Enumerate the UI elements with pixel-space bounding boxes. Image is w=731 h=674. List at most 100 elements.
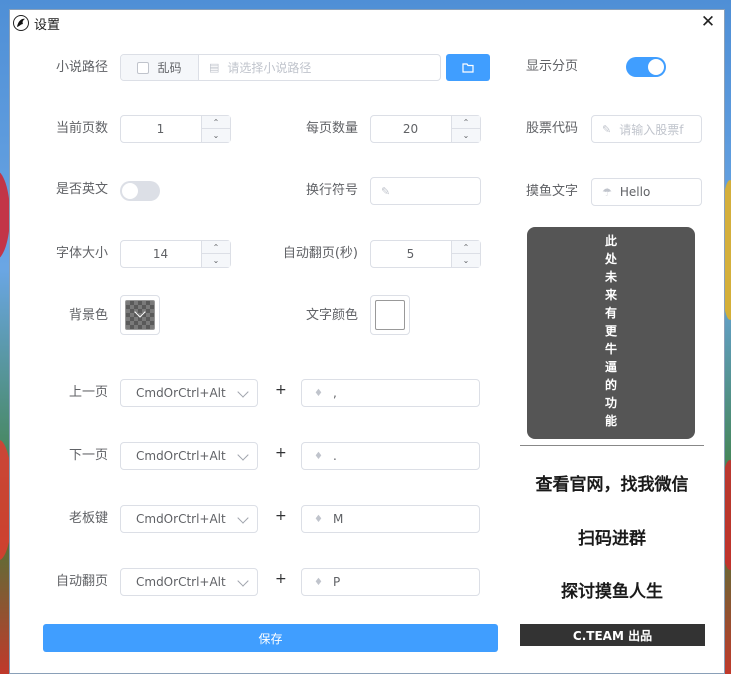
per-page-label: 每页数量: [305, 121, 358, 136]
shortcut-key-input[interactable]: ♦ .: [301, 442, 480, 470]
window-title: 设置: [34, 17, 61, 33]
shortcut-label: 自动翻页: [55, 574, 108, 589]
plus-sign: +: [275, 445, 287, 461]
future-char: 来: [604, 288, 617, 302]
shortcut-label: 上一页: [68, 385, 108, 400]
future-char: 的: [604, 378, 617, 392]
chevron-down-icon: [237, 575, 249, 587]
promo-slogan: 探讨摸鱼人生: [561, 582, 663, 602]
folder-icon: [462, 62, 474, 73]
future-feature-box: 此处未来有更牛逼的功能: [527, 227, 695, 439]
shortcut-key-input[interactable]: ♦ P: [301, 568, 480, 596]
shortcut-modifier-select[interactable]: CmdOrCtrl+Alt: [120, 505, 258, 533]
future-char: 牛: [604, 342, 617, 356]
font-size-stepper[interactable]: ⌃ ⌄: [201, 241, 230, 267]
increment-icon[interactable]: ⌃: [202, 116, 230, 129]
key-icon: ♦: [314, 576, 323, 588]
stock-code-label: 股票代码: [525, 121, 578, 136]
decrement-icon[interactable]: ⌄: [202, 129, 230, 142]
shortcut-key-input[interactable]: ♦ ,: [301, 379, 480, 407]
novel-path-label: 小说路径: [55, 60, 108, 75]
garbled-checkbox-group[interactable]: 乱码: [121, 55, 199, 80]
pencil-icon: ✎: [602, 122, 612, 136]
line-break-label: 换行符号: [305, 183, 358, 198]
title-bar: 设置 ✕: [10, 10, 724, 36]
key-icon: ♦: [314, 450, 323, 462]
chevron-down-icon: [237, 449, 249, 461]
shortcut-modifier-select[interactable]: CmdOrCtrl+Alt: [120, 442, 258, 470]
increment-icon[interactable]: ⌃: [452, 116, 480, 129]
plus-sign: +: [275, 382, 287, 398]
font-size-label: 字体大小: [55, 246, 108, 261]
future-char: 未: [604, 270, 617, 284]
text-color-swatch: [375, 300, 405, 330]
garbled-label: 乱码: [157, 61, 182, 75]
current-page-value: 1: [156, 122, 165, 136]
stock-code-placeholder: 请输入股票f: [619, 122, 684, 137]
promo-website[interactable]: 查看官网，找我微信: [512, 470, 712, 495]
chevron-down-icon: [134, 306, 146, 318]
text-color-picker[interactable]: [370, 295, 410, 335]
close-button[interactable]: ✕: [700, 14, 716, 31]
shortcut-key-input[interactable]: ♦ M: [301, 505, 480, 533]
decrement-icon[interactable]: ⌄: [202, 254, 230, 267]
show-paging-label: 显示分页: [525, 59, 578, 74]
future-char: 能: [604, 414, 617, 428]
decrement-icon[interactable]: ⌄: [452, 129, 480, 142]
settings-window: 设置 ✕ 小说路径 乱码 ▤ 请选择小说路径 显示分页 当前页数 1 ⌃ ⌄ 每…: [9, 9, 725, 674]
increment-icon[interactable]: ⌃: [452, 241, 480, 254]
future-char: 有: [604, 306, 617, 320]
novel-path-input[interactable]: 请选择小说路径: [227, 59, 311, 76]
is-english-switch[interactable]: [120, 181, 160, 201]
shortcut-modifier-select[interactable]: CmdOrCtrl+Alt: [120, 568, 258, 596]
increment-icon[interactable]: ⌃: [202, 241, 230, 254]
garbled-checkbox[interactable]: [137, 61, 150, 74]
shortcut-modifier-value: CmdOrCtrl+Alt: [136, 512, 226, 526]
per-page-input[interactable]: 20 ⌃ ⌄: [370, 115, 481, 143]
slack-text-input[interactable]: ☂ Hello: [591, 178, 702, 206]
novel-path-field: 乱码 ▤ 请选择小说路径: [120, 54, 441, 81]
plus-sign: +: [275, 571, 287, 587]
current-page-input[interactable]: 1 ⌃ ⌄: [120, 115, 231, 143]
is-english-label: 是否英文: [55, 182, 108, 197]
future-char: 此: [604, 234, 617, 248]
font-size-value: 14: [152, 247, 169, 261]
save-button[interactable]: 保存: [43, 624, 498, 652]
pencil-icon: ✎: [381, 184, 391, 198]
text-color-label: 文字颜色: [305, 308, 358, 323]
shortcut-key-value: P: [332, 575, 341, 589]
promo-group[interactable]: 扫码进群: [512, 524, 712, 549]
shortcut-modifier-value: CmdOrCtrl+Alt: [136, 386, 226, 400]
key-icon: ♦: [314, 513, 323, 525]
show-paging-switch[interactable]: [626, 57, 666, 77]
shortcut-key-value: .: [332, 449, 337, 463]
slack-text-value: Hello: [619, 185, 651, 199]
umbrella-icon: ☂: [602, 185, 612, 199]
future-char: 处: [604, 252, 617, 266]
shortcut-modifier-value: CmdOrCtrl+Alt: [136, 575, 226, 589]
file-icon: ▤: [209, 61, 220, 74]
side-divider: [520, 445, 704, 446]
current-page-stepper[interactable]: ⌃ ⌄: [201, 116, 230, 142]
switch-knob: [648, 59, 664, 75]
shortcut-modifier-select[interactable]: CmdOrCtrl+Alt: [120, 379, 258, 407]
bg-color-swatch: [125, 300, 155, 330]
slack-text-label: 摸鱼文字: [525, 184, 578, 199]
stock-code-input[interactable]: ✎ 请输入股票f: [591, 115, 702, 143]
font-size-input[interactable]: 14 ⌃ ⌄: [120, 240, 231, 268]
line-break-input[interactable]: ✎: [370, 177, 481, 205]
auto-flip-seconds-stepper[interactable]: ⌃ ⌄: [451, 241, 480, 267]
shortcut-label: 老板键: [68, 511, 108, 526]
shortcut-modifier-value: CmdOrCtrl+Alt: [136, 449, 226, 463]
auto-flip-seconds-value: 5: [406, 247, 415, 261]
browse-folder-button[interactable]: [446, 54, 490, 81]
chevron-down-icon: [237, 512, 249, 524]
decrement-icon[interactable]: ⌄: [452, 254, 480, 267]
current-page-label: 当前页数: [55, 121, 108, 136]
bg-color-picker[interactable]: [120, 295, 160, 335]
future-char: 逼: [604, 360, 617, 374]
chevron-down-icon: [237, 386, 249, 398]
per-page-stepper[interactable]: ⌃ ⌄: [451, 116, 480, 142]
auto-flip-seconds-input[interactable]: 5 ⌃ ⌄: [370, 240, 481, 268]
auto-flip-seconds-label: 自动翻页(秒): [282, 246, 358, 261]
